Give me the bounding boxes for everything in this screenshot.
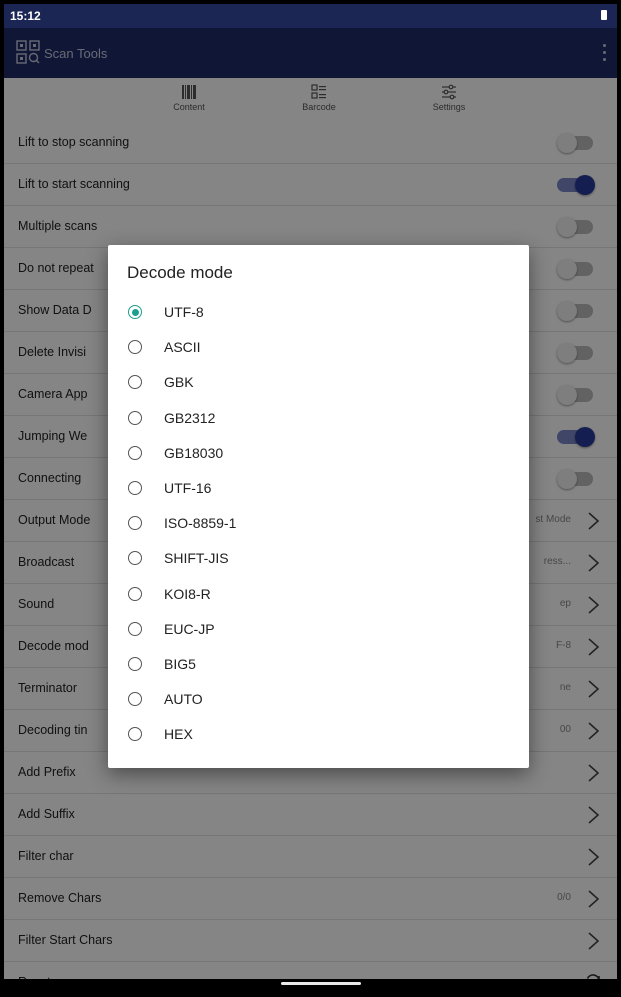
- decode-option-label: AUTO: [164, 691, 203, 708]
- decode-option-label: ASCII: [164, 339, 201, 356]
- decode-option[interactable]: BIG5: [108, 647, 529, 682]
- decode-option-label: ISO-8859-1: [164, 515, 237, 532]
- radio-button[interactable]: [128, 551, 142, 566]
- battery-icon: [601, 10, 607, 20]
- decode-option-label: KOI8-R: [164, 585, 211, 602]
- decode-option[interactable]: EUC-JP: [108, 612, 529, 647]
- decode-option[interactable]: KOI8-R: [108, 577, 529, 612]
- home-gesture-handle[interactable]: [281, 982, 361, 985]
- decode-option-label: UTF-16: [164, 479, 212, 496]
- radio-button[interactable]: [128, 445, 142, 460]
- radio-button[interactable]: [128, 480, 142, 495]
- decode-option-label: EUC-JP: [164, 620, 215, 637]
- navigation-bar: [4, 979, 617, 993]
- decode-option[interactable]: AUTO: [108, 682, 529, 717]
- decode-option[interactable]: GB18030: [108, 436, 529, 471]
- radio-button[interactable]: [128, 410, 142, 425]
- decode-option[interactable]: GBK: [108, 365, 529, 400]
- radio-button[interactable]: [128, 621, 142, 636]
- dialog-title: Decode mode: [127, 263, 233, 282]
- app-screen: 15:12 Scan Tools Content Barcode Setting…: [4, 4, 617, 993]
- decode-mode-dialog: Decode mode UTF-8 ASCII GBK GB2312 GB18030 UT…: [108, 245, 529, 768]
- decode-option[interactable]: HEX: [108, 717, 529, 752]
- decode-option-label: UTF-8: [164, 304, 204, 320]
- radio-button[interactable]: [128, 375, 142, 390]
- decode-option[interactable]: UTF-16: [108, 471, 529, 506]
- decode-option-label: GB18030: [164, 444, 224, 461]
- decode-option-label: HEX: [164, 726, 193, 743]
- radio-button[interactable]: [128, 656, 142, 671]
- status-time: 15:12: [10, 9, 41, 23]
- decode-option[interactable]: UTF-8: [108, 295, 529, 330]
- decode-mode-options: UTF-8 ASCII GBK GB2312 GB18030 UTF-16 ISO-8859…: [108, 295, 529, 752]
- radio-button[interactable]: [128, 340, 142, 355]
- decode-option[interactable]: SHIFT-JIS: [108, 541, 529, 576]
- decode-option-label: GBK: [164, 374, 194, 391]
- decode-option[interactable]: GB2312: [108, 401, 529, 436]
- radio-button[interactable]: [128, 692, 142, 707]
- radio-button[interactable]: [128, 305, 142, 319]
- status-bar: 15:12: [4, 4, 617, 28]
- radio-button[interactable]: [128, 586, 142, 601]
- decode-option[interactable]: ASCII: [108, 330, 529, 365]
- decode-option-label: SHIFT-JIS: [164, 550, 229, 567]
- decode-option-label: GB2312: [164, 409, 216, 426]
- radio-button[interactable]: [128, 727, 142, 742]
- decode-option[interactable]: ISO-8859-1: [108, 506, 529, 541]
- decode-option-label: BIG5: [164, 655, 196, 672]
- radio-button[interactable]: [128, 516, 142, 531]
